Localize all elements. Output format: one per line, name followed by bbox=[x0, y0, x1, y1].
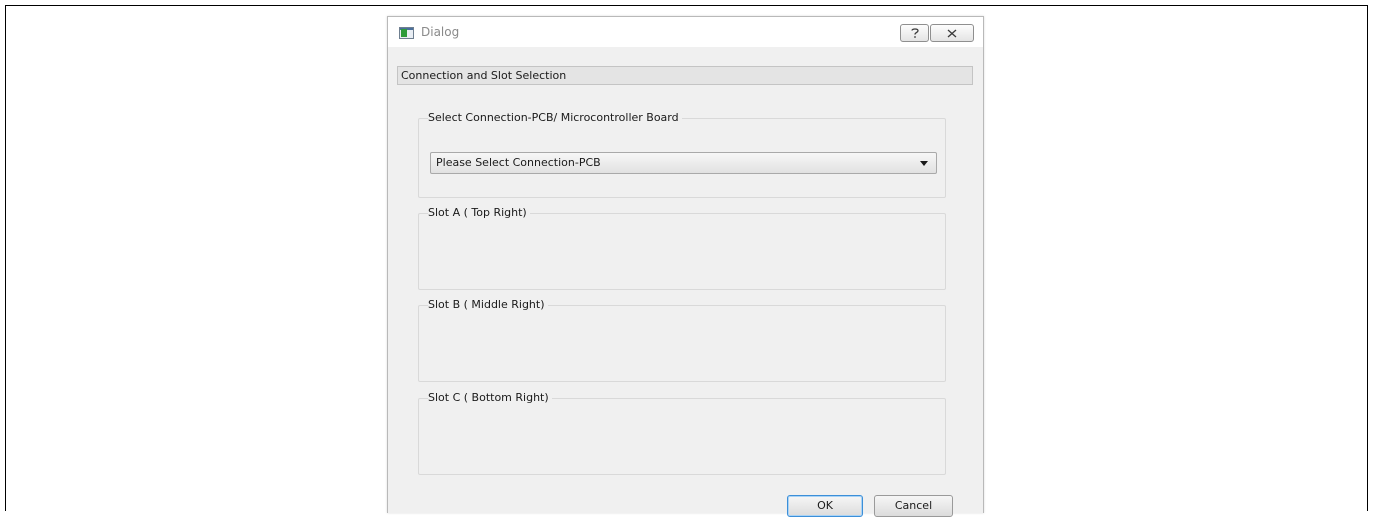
dialog-window: Dialog Connection and Slot Selection Sel… bbox=[387, 16, 984, 517]
title-bar[interactable]: Dialog bbox=[388, 17, 983, 47]
slot-c-title: Slot C ( Bottom Right) bbox=[428, 391, 552, 405]
slot-b-title: Slot B ( Middle Right) bbox=[428, 298, 548, 312]
help-button[interactable] bbox=[900, 24, 929, 42]
connection-group-title: Select Connection-PCB/ Microcontroller B… bbox=[428, 111, 682, 125]
connection-group: Select Connection-PCB/ Microcontroller B… bbox=[418, 111, 946, 198]
slot-c-group: Slot C ( Bottom Right) bbox=[418, 391, 946, 475]
dialog-title: Dialog bbox=[421, 25, 460, 39]
close-icon bbox=[947, 29, 957, 38]
close-button[interactable] bbox=[930, 24, 974, 42]
slot-b-group: Slot B ( Middle Right) bbox=[418, 298, 946, 382]
ok-button[interactable]: OK bbox=[787, 495, 863, 517]
connection-pcb-select[interactable]: Please Select Connection-PCB bbox=[430, 152, 937, 174]
chevron-down-icon bbox=[920, 161, 928, 166]
section-header: Connection and Slot Selection bbox=[397, 66, 973, 85]
connection-pcb-selected-value: Please Select Connection-PCB bbox=[436, 156, 601, 169]
slot-a-title: Slot A ( Top Right) bbox=[428, 206, 530, 220]
app-icon bbox=[399, 27, 414, 39]
cancel-button[interactable]: Cancel bbox=[874, 495, 953, 517]
slot-a-group: Slot A ( Top Right) bbox=[418, 206, 946, 290]
help-icon bbox=[910, 27, 920, 39]
